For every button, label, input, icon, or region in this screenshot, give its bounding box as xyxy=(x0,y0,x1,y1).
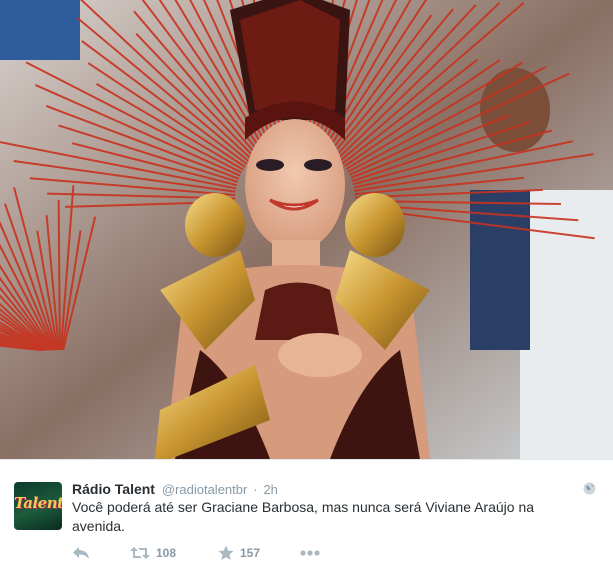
author-handle[interactable]: @radiotalentbr xyxy=(162,482,247,497)
favorite-button[interactable]: 157 xyxy=(218,544,260,562)
reply-icon xyxy=(73,547,89,559)
separator-dot: · xyxy=(253,482,258,497)
retweet-icon xyxy=(130,547,150,559)
globe-icon[interactable] xyxy=(583,482,596,495)
star-icon xyxy=(218,545,234,560)
tweet-header: Rádio Talent @radiotalentbr · 2h xyxy=(72,480,278,498)
tweet[interactable]: Talent Rádio Talent @radiotalentbr · 2h … xyxy=(0,460,613,580)
favorite-count: 157 xyxy=(240,546,261,560)
carnival-dancer-photo xyxy=(0,0,613,459)
retweet-count: 108 xyxy=(156,546,177,560)
reply-button[interactable] xyxy=(72,544,90,562)
more-button[interactable] xyxy=(300,544,320,562)
retweet-button[interactable]: 108 xyxy=(130,544,176,562)
tweet-photo[interactable] xyxy=(0,0,613,459)
tweet-text: Você poderá até ser Graciane Barbosa, ma… xyxy=(72,499,535,534)
more-icon xyxy=(300,550,320,556)
tweet-time[interactable]: 2h xyxy=(263,482,277,497)
avatar-logo-text: Talent xyxy=(14,494,62,512)
avatar[interactable]: Talent xyxy=(14,482,62,530)
author-name[interactable]: Rádio Talent xyxy=(72,481,155,497)
